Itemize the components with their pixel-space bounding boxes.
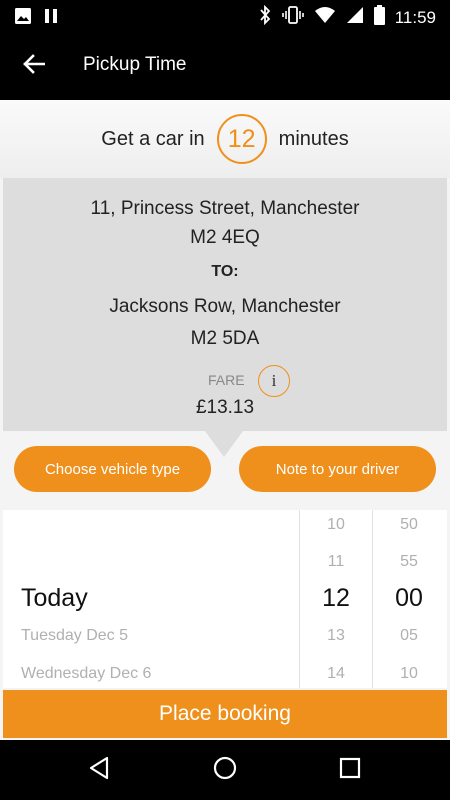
battery-icon [373,5,385,30]
place-booking-label: Place booking [159,702,291,725]
day-option[interactable]: Wednesday Dec 6 [21,665,151,683]
choose-vehicle-type-button[interactable]: Choose vehicle type [14,446,211,492]
back-triangle-icon [88,756,110,785]
fare-info-button[interactable]: i [258,365,290,397]
vibrate-icon [281,5,304,30]
eta-banner: Get a car in 12 minutes [0,100,450,178]
nav-back-button[interactable] [83,754,115,786]
nav-recents-button[interactable] [334,754,366,786]
eta-prefix: Get a car in [101,127,205,150]
pickup-street: 11, Princess Street, Manchester [90,198,360,219]
day-selected[interactable]: Today [21,584,88,613]
info-icon: i [271,371,277,390]
trip-summary-card: 11, Princess Street, Manchester M2 4EQ T… [3,178,447,431]
choose-vehicle-type-label: Choose vehicle type [44,460,181,478]
day-option[interactable]: Tuesday Dec 5 [21,627,128,645]
place-booking-button[interactable]: Place booking [3,690,447,738]
to-label: TO: [211,263,239,280]
home-circle-icon [213,756,237,785]
hour-option[interactable]: 10 [300,516,372,534]
bluetooth-icon [258,4,272,30]
wifi-icon [314,6,336,29]
system-nav-bar [0,740,450,800]
image-icon [14,7,32,30]
dropoff-postcode: M2 5DA [190,328,260,349]
page-title: Pickup Time [83,54,187,75]
pause-icon [44,8,58,29]
fare-label: FARE [208,372,245,388]
fare-value: £13.13 [195,397,255,418]
status-bar: 11:59 [0,0,450,32]
eta-minutes: 12 [227,124,256,153]
hour-option[interactable]: 13 [300,627,372,645]
minute-option[interactable]: 05 [373,627,445,645]
app-bar: Pickup Time [0,32,450,100]
minute-option[interactable]: 10 [373,665,445,683]
nav-home-button[interactable] [209,754,241,786]
dropoff-street: Jacksons Row, Manchester [109,296,341,317]
pickup-time-picker: Today Tuesday Dec 5 Wednesday Dec 6 10 1… [3,510,447,688]
card-pointer [205,431,243,457]
signal-icon [346,6,364,29]
minute-selected[interactable]: 00 [373,584,445,613]
note-to-driver-label: Note to your driver [275,460,400,478]
recents-square-icon [339,757,361,784]
back-button[interactable] [18,50,50,82]
minute-option[interactable]: 50 [373,516,445,534]
status-time: 11:59 [394,7,436,27]
minute-option[interactable]: 55 [373,553,445,571]
hour-selected[interactable]: 12 [300,584,372,613]
arrow-back-icon [23,53,46,79]
note-to-driver-button[interactable]: Note to your driver [239,446,436,492]
hour-option[interactable]: 14 [300,665,372,683]
eta-suffix: minutes [278,127,349,150]
eta-minutes-badge: 12 [216,114,267,164]
pickup-postcode: M2 4EQ [190,227,260,248]
hour-option[interactable]: 11 [300,553,372,571]
